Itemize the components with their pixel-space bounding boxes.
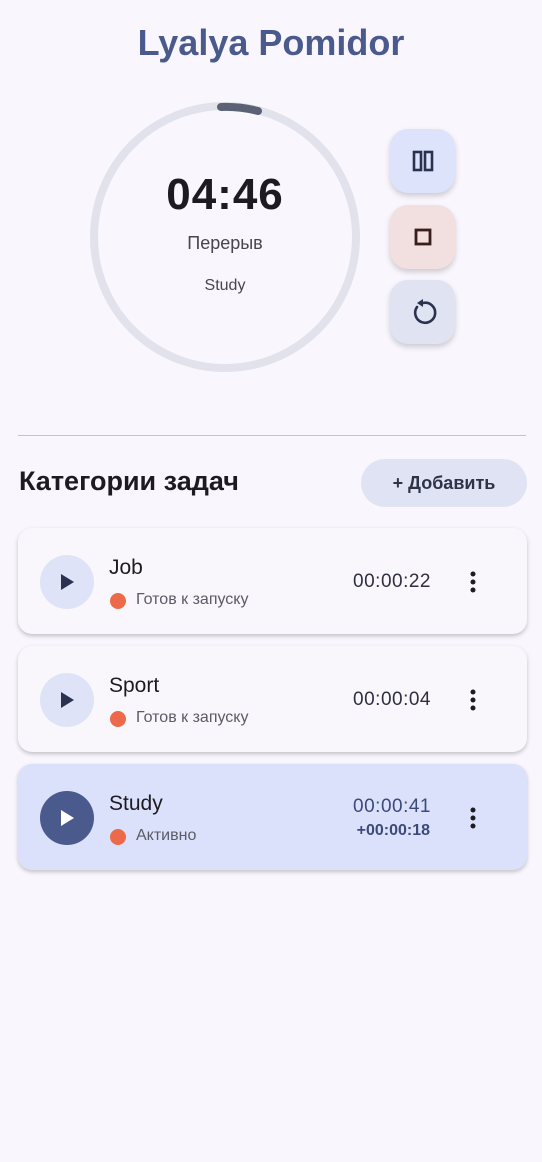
more-vert-icon: [470, 807, 476, 829]
play-icon: [61, 574, 74, 590]
category-name: Job: [109, 556, 143, 579]
more-options-button[interactable]: [461, 806, 485, 830]
more-options-button[interactable]: [461, 570, 485, 594]
play-button[interactable]: [40, 791, 94, 845]
timer-category: Study: [204, 277, 246, 294]
category-status: Готов к запуску: [136, 591, 249, 608]
category-extra-time: +00:00:18: [356, 822, 430, 839]
status-dot: [110, 829, 126, 845]
stop-button[interactable]: [390, 205, 455, 269]
app-title: Lyalya Pomidor: [137, 22, 405, 63]
reset-icon: [413, 299, 436, 325]
timer-phase: Перерыв: [187, 233, 263, 253]
play-icon: [61, 692, 74, 708]
timer-ring-progress: [217, 102, 262, 115]
status-dot: [110, 711, 126, 727]
app-screen: Lyalya Pomidor 04:46 Перерыв Study Катег…: [0, 0, 542, 1162]
play-button[interactable]: [40, 555, 94, 609]
timer-time: 04:46: [166, 170, 284, 219]
section-divider: [18, 435, 526, 436]
category-time: 00:00:04: [353, 689, 431, 710]
category-name: Study: [109, 792, 163, 815]
play-icon: [61, 810, 74, 826]
category-card-study[interactable]: Study Активно 00:00:41 +00:00:18: [18, 764, 527, 870]
category-card-sport[interactable]: Sport Готов к запуску 00:00:04: [18, 646, 527, 752]
add-category-button[interactable]: + Добавить: [361, 459, 527, 507]
reset-button[interactable]: [390, 280, 455, 344]
category-time: 00:00:22: [353, 571, 431, 592]
status-dot: [110, 593, 126, 609]
categories-title: Категории задач: [19, 466, 239, 496]
category-card-job[interactable]: Job Готов к запуску 00:00:22: [18, 528, 527, 634]
pause-icon: [412, 150, 433, 172]
more-options-button[interactable]: [461, 688, 485, 712]
play-button[interactable]: [40, 673, 94, 727]
category-status: Готов к запуску: [136, 709, 249, 726]
category-name: Sport: [109, 674, 160, 697]
category-status: Активно: [136, 827, 197, 844]
pause-button[interactable]: [390, 129, 455, 193]
category-time: 00:00:41: [353, 796, 431, 817]
more-vert-icon: [470, 689, 476, 711]
stop-icon: [414, 228, 431, 246]
more-vert-icon: [470, 571, 476, 593]
